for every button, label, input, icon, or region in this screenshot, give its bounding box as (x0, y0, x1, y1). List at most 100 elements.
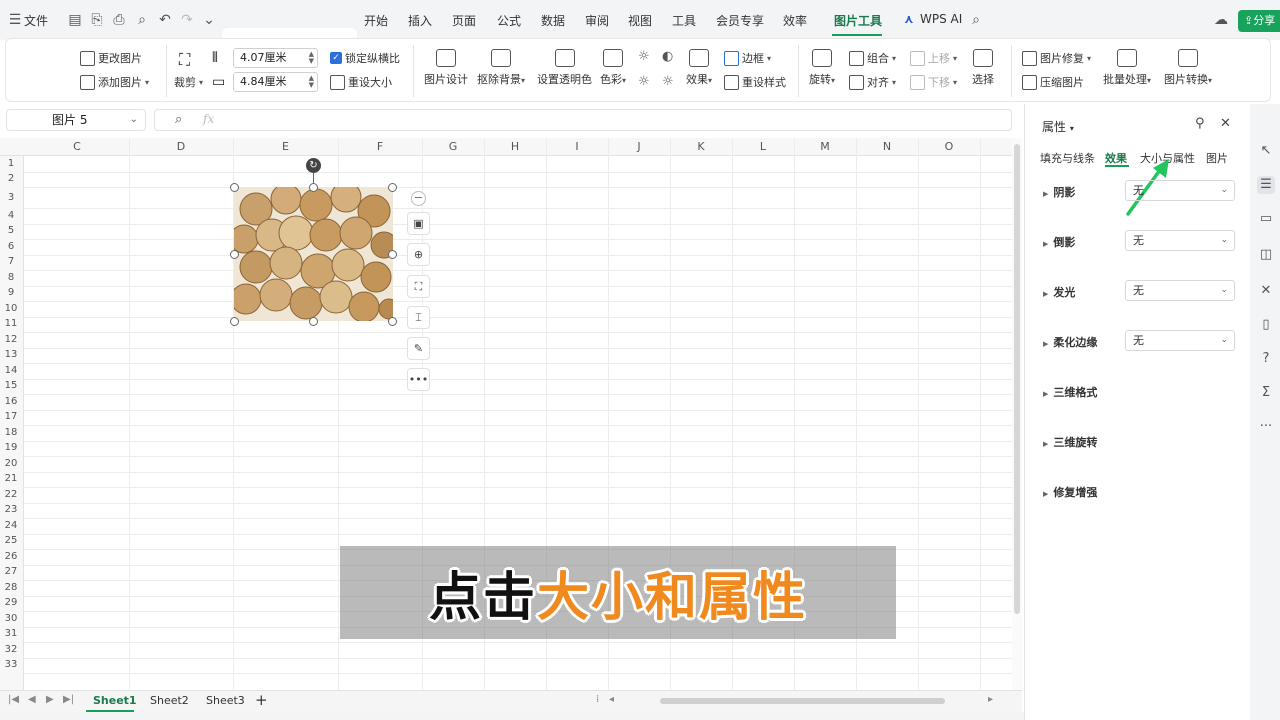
glow-select[interactable]: 无 ⌄ (1125, 280, 1235, 301)
row-header-31[interactable]: 31 (0, 628, 22, 639)
height-input[interactable]: 4.84厘米 ▲ ▼ (233, 72, 318, 92)
3d-rotation-row[interactable]: ▶ 三维旋转 (1043, 434, 1097, 450)
lock-ratio-checkbox[interactable]: ✓ 锁定纵横比 (330, 50, 400, 66)
share-button[interactable]: ⇪分享 (1238, 10, 1280, 32)
batch-process-button[interactable]: 批量处理▾ (1103, 49, 1151, 87)
search-icon[interactable]: ⌕ (967, 11, 985, 29)
brightness-down-icon[interactable]: ☼ (638, 74, 650, 89)
column-header-o[interactable]: O (918, 140, 980, 153)
resize-handle[interactable] (230, 317, 239, 326)
shadow-row[interactable]: ▶ 阴影 (1043, 184, 1075, 200)
width-spinner[interactable]: ▲ ▼ (309, 51, 314, 65)
tab-insert[interactable]: 插入 (408, 12, 432, 29)
first-sheet-icon[interactable]: |◀ (8, 694, 19, 705)
row-header-33[interactable]: 33 (0, 659, 22, 670)
effects-button[interactable]: 效果▾ (686, 49, 712, 87)
formula-icon[interactable]: Σ (1257, 384, 1275, 402)
column-header-g[interactable]: G (422, 140, 484, 153)
row-header-6[interactable]: 6 (0, 241, 22, 252)
column-header-l[interactable]: L (732, 140, 794, 153)
row-header-15[interactable]: 15 (0, 380, 22, 391)
close-icon[interactable]: ✕ (1220, 116, 1231, 131)
picture-repair-button[interactable]: 图片修复 ▾ (1022, 50, 1091, 66)
tab-member[interactable]: 会员专享 (716, 12, 764, 29)
rotate-handle-icon[interactable]: ↻ (306, 158, 321, 173)
height-spinner[interactable]: ▲ ▼ (309, 75, 314, 89)
row-header-2[interactable]: 2 (0, 173, 22, 184)
tab-formula[interactable]: 公式 (497, 12, 521, 29)
scroll-right-icon[interactable]: ▸ (988, 694, 993, 705)
export-icon[interactable]: ⎘ (88, 11, 106, 29)
column-header-j[interactable]: J (608, 140, 670, 153)
border-button[interactable]: 边框 ▾ (724, 50, 771, 66)
print-icon[interactable]: ⎙ (110, 11, 128, 29)
row-header-17[interactable]: 17 (0, 411, 22, 422)
row-header-11[interactable]: 11 (0, 318, 22, 329)
row-header-25[interactable]: 25 (0, 535, 22, 546)
scroll-left-icon[interactable]: ◂ (609, 694, 614, 705)
rotate-button[interactable]: 旋转▾ (809, 49, 835, 87)
collapse-toolbar-icon[interactable]: − (411, 191, 426, 206)
more-icon[interactable]: ••• (407, 368, 430, 391)
add-picture-button[interactable]: 添加图片 ▾ (80, 74, 149, 90)
next-sheet-icon[interactable]: ▶ (46, 694, 54, 705)
cursor-icon[interactable]: ↖ (1257, 142, 1275, 160)
row-header-4[interactable]: 4 (0, 210, 22, 221)
undo-icon[interactable]: ↶ (156, 11, 174, 29)
column-header-h[interactable]: H (484, 140, 546, 153)
row-header-27[interactable]: 27 (0, 566, 22, 577)
resize-handle[interactable] (388, 250, 397, 259)
row-header-10[interactable]: 10 (0, 303, 22, 314)
row-header-28[interactable]: 28 (0, 582, 22, 593)
width-input[interactable]: 4.07厘米 ▲ ▼ (233, 48, 318, 68)
column-header-n[interactable]: N (856, 140, 918, 153)
crop-button[interactable]: 裁剪 ▾ (174, 74, 203, 90)
more-icon[interactable]: ··· (1257, 418, 1275, 436)
set-transparent-button[interactable]: 设置透明色 (537, 49, 592, 87)
resize-handle[interactable] (230, 250, 239, 259)
tab-fill-line[interactable]: 填充与线条 (1040, 150, 1095, 166)
reset-size-button[interactable]: 重设大小 (330, 74, 392, 90)
move-down-button[interactable]: 下移 ▾ (910, 74, 957, 90)
zoom-in-icon[interactable]: ⊕ (407, 243, 430, 266)
horizontal-scrollbar-thumb[interactable] (660, 698, 945, 704)
help-icon[interactable]: ? (1257, 350, 1275, 368)
tab-tools[interactable]: 工具 (672, 12, 696, 29)
add-sheet-icon[interactable]: + (255, 691, 268, 709)
reflection-row[interactable]: ▶ 倒影 (1043, 234, 1075, 250)
file-menu[interactable]: 文件 (24, 12, 48, 29)
picture-preview-icon[interactable]: ▣ (407, 212, 430, 235)
tab-picture-tools[interactable]: 图片工具 (834, 12, 882, 29)
row-header-1[interactable]: 1 (0, 158, 22, 169)
compress-picture-button[interactable]: 压缩图片 (1022, 74, 1084, 90)
row-header-26[interactable]: 26 (0, 551, 22, 562)
properties-title[interactable]: 属性 ▾ (1042, 118, 1074, 135)
column-header-d[interactable]: D (129, 140, 233, 153)
name-box[interactable]: 图片 5 ⌄ (6, 109, 146, 131)
row-header-30[interactable]: 30 (0, 613, 22, 624)
crop-icon[interactable]: ⛶ (407, 275, 430, 298)
resize-handle[interactable] (309, 317, 318, 326)
tab-efficiency[interactable]: 效率 (783, 12, 807, 29)
redo-icon[interactable]: ↷ (178, 11, 196, 29)
row-header-24[interactable]: 24 (0, 520, 22, 531)
row-header-29[interactable]: 29 (0, 597, 22, 608)
row-header-21[interactable]: 21 (0, 473, 22, 484)
sheet-tab-sheet2[interactable]: Sheet2 (150, 694, 189, 707)
print-preview-icon[interactable]: ⌕ (133, 11, 151, 29)
cloud-icon[interactable]: ☁ (1212, 11, 1230, 29)
row-header-19[interactable]: 19 (0, 442, 22, 453)
row-header-14[interactable]: 14 (0, 365, 22, 376)
glow-row[interactable]: ▶ 发光 (1043, 284, 1075, 300)
book-icon[interactable]: ▯ (1257, 316, 1275, 334)
color-button[interactable]: 色彩▾ (600, 49, 626, 87)
sheet-tab-sheet3[interactable]: Sheet3 (206, 694, 245, 707)
crop-icon[interactable]: ⛶ (179, 50, 190, 70)
pin-icon[interactable]: ⚲ (1195, 116, 1205, 131)
align-button[interactable]: 对齐 ▾ (849, 74, 896, 90)
row-header-22[interactable]: 22 (0, 489, 22, 500)
tab-home[interactable]: 开始 (364, 12, 388, 29)
select-button[interactable]: 选择 (972, 49, 994, 87)
picture-edit-icon[interactable]: ✎ (407, 337, 430, 360)
change-picture-button[interactable]: 更改图片 (80, 50, 142, 66)
